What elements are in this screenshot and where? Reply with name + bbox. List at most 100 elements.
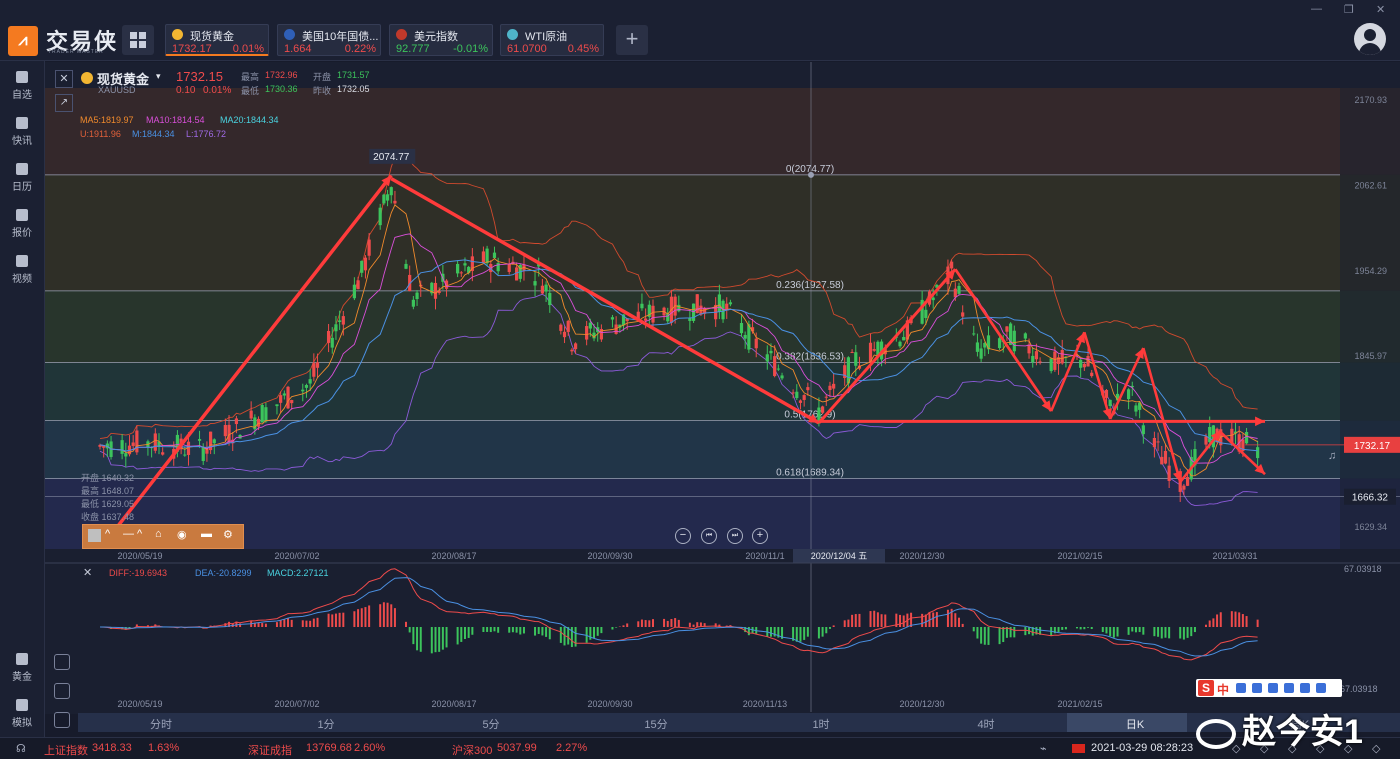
index-pct: 1.63% [148,742,180,754]
candle-body [824,396,828,398]
ime-menu-icon[interactable] [1316,683,1326,693]
candle-body [1104,389,1109,398]
timeframe-tab[interactable]: 4时 [936,716,1036,732]
ime-emoji-icon[interactable] [1252,683,1262,693]
index-name[interactable]: 深证成指 [248,742,292,758]
layout-grid-button[interactable] [122,25,154,55]
candle-body [677,304,681,312]
skip-forward-button[interactable]: ⏭ [727,528,743,544]
fib-band [45,88,1400,175]
ime-skin-icon[interactable] [1300,683,1310,693]
candle-body [544,284,548,292]
pen-icon[interactable] [54,683,70,699]
y-tick-label: 2062.61 [1354,180,1387,190]
minimize-button[interactable]: — [1311,3,1322,15]
timeframe-tab[interactable]: 5分 [441,716,541,732]
timeframe-tab[interactable]: 分时 [111,716,211,732]
sidebar-item[interactable]: 日历 [0,163,44,193]
sidebar-label: 黄金 [12,672,32,683]
line-width-icon[interactable]: — ^ [123,528,142,540]
instrument-name[interactable]: 现货黄金 [97,69,149,88]
ime-mode-label: 中 [1217,683,1230,697]
timeframe-tab[interactable]: 日K [1085,716,1185,732]
indicator-icon[interactable] [54,712,70,728]
index-pct: 2.60% [354,742,386,754]
user-avatar[interactable] [1354,23,1386,55]
alert-level-label: 1666.32 [1352,493,1389,504]
y-tick-label: 1629.34 [1354,522,1387,532]
macd-x-tick: 2020/07/02 [274,699,319,709]
sidebar-item[interactable]: 黄金 [0,653,44,683]
close-chart-icon[interactable]: ✕ [55,70,73,88]
candle-body [507,264,511,272]
crosshair-dot [808,171,814,178]
top-bar: ⩘ 交易侠 TRADER MASTER 现货黄金 1732.17 0.01% 美国10… [0,0,1400,61]
quote-tab[interactable]: WTI原油 61.0700 0.45% [500,24,604,56]
quote-tab[interactable]: 美元指数 92.777 -0.01% [389,24,493,56]
timeframe-tab[interactable]: 15分 [606,716,706,732]
candle-body [1031,355,1035,363]
sidebar-item[interactable]: 视频 [0,255,44,285]
tab-change: 0.01% [232,43,264,55]
zoom-out-button[interactable]: − [675,528,691,544]
timeframe-tab[interactable]: 1分 [276,716,376,732]
candle-body [315,362,320,368]
zoom-in-button[interactable]: + [752,528,768,544]
candle-body [950,261,954,269]
volume-icon[interactable]: ◇ [1372,742,1380,755]
maximize-button[interactable]: ❐ [1344,3,1354,16]
close-window-button[interactable]: ✕ [1376,3,1385,16]
visibility-eye-icon[interactable]: ◉ [177,528,187,541]
candle-body [301,389,305,392]
headset-icon[interactable]: ☊ [16,742,26,755]
fib-band [45,362,1400,421]
candle-body [850,352,854,354]
sidebar-item[interactable]: 报价 [0,209,44,239]
candle-body [573,343,578,350]
candle-body [363,257,368,271]
macd-close-icon[interactable]: ✕ [83,566,92,579]
settings-gear-icon[interactable]: ⚙ [223,528,233,541]
ime-voice-icon[interactable] [1268,683,1278,693]
candle-body [773,356,777,377]
index-name[interactable]: 沪深300 [452,742,492,758]
candle-body [334,324,338,332]
weibo-logo-icon [1196,719,1236,750]
timeframe-tab[interactable]: 1时 [771,716,871,732]
skip-back-button[interactable]: ⏮ [701,528,717,544]
candle-body [972,333,976,335]
color-swatch-icon[interactable] [88,529,101,542]
sidebar-item[interactable]: 自选 [0,71,44,101]
line-style-icon[interactable]: ^ [105,528,110,540]
index-name[interactable]: 上证指数 [44,742,88,758]
candle-body [931,297,935,301]
ime-keyboard-icon[interactable] [1284,683,1294,693]
crosshair-date: 2020/12/04 五 [811,551,868,561]
price-chart[interactable]: 0(2074.77)0.236(1927.58)0.382(1836.53)0.… [45,62,1400,714]
ime-punct-icon[interactable] [1236,683,1246,693]
candle-body [854,352,858,366]
instrument-icon [172,29,183,40]
sidebar-item[interactable]: 模拟 [0,699,44,729]
candle-body [161,452,165,455]
quote-tab[interactable]: 现货黄金 1732.17 0.01% [165,24,269,56]
ime-toolbar[interactable]: S 中 [1196,679,1342,697]
trash-icon[interactable]: ▬ [201,528,212,540]
sidebar-item[interactable]: 快讯 [0,117,44,147]
signal-icon[interactable]: ⌁ [1040,742,1047,755]
chart-type-icon[interactable] [54,654,70,670]
x-tick-label: 2021/03/31 [1212,551,1257,561]
quote-tab[interactable]: 美国10年国债... 1.664 0.22% [277,24,381,56]
candle-body [1182,485,1186,490]
lock-icon[interactable]: ⌂ [155,528,162,540]
candle-body [456,263,460,274]
candle-body [717,294,721,312]
candle-body [820,406,825,413]
draw-tool-icon[interactable]: ↗ [55,94,73,112]
add-tab-button[interactable]: + [616,25,648,55]
candle-body [728,302,733,305]
candle-body [514,267,519,281]
candle-body [644,318,648,321]
candle-body [260,404,264,423]
sidebar-label: 模拟 [12,718,32,729]
